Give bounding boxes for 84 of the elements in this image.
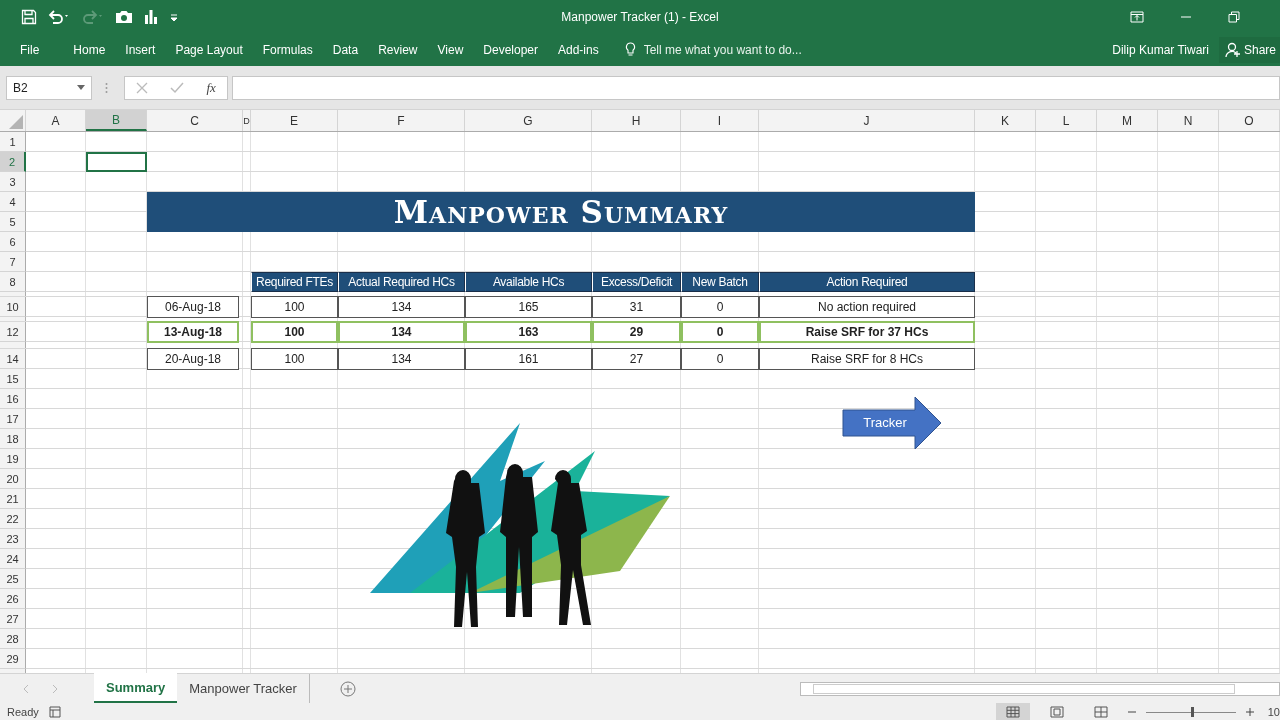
column-header[interactable]: G xyxy=(465,110,592,131)
date-cell: 13-Aug-18 xyxy=(147,321,239,343)
table-header: Excess/Deficit xyxy=(592,272,681,292)
zoom-percent[interactable]: 10 xyxy=(1267,706,1280,718)
zoom-in-icon[interactable] xyxy=(1245,708,1254,716)
column-header[interactable]: J xyxy=(759,110,975,131)
status-text: Ready xyxy=(7,706,39,718)
ribbon-tab[interactable]: Formulas xyxy=(262,42,313,57)
camera-icon[interactable] xyxy=(115,8,133,25)
sheet-tab[interactable]: Summary xyxy=(94,673,178,703)
table-cell: 134 xyxy=(338,348,465,370)
ribbon-tab[interactable]: Add-ins xyxy=(558,42,599,57)
enter-icon[interactable] xyxy=(170,81,185,94)
cancel-icon[interactable] xyxy=(136,81,149,94)
window-title: Manpower Tracker (1) - Excel xyxy=(561,9,719,24)
more-icon xyxy=(105,81,108,94)
date-cell: 06-Aug-18 xyxy=(147,296,239,318)
table-cell: 100 xyxy=(251,321,338,343)
table-cell: 0 xyxy=(681,296,759,318)
select-all-icon[interactable] xyxy=(9,115,23,129)
column-header[interactable]: F xyxy=(338,110,465,131)
table-cell: 163 xyxy=(465,321,592,343)
table-cell: No action required xyxy=(759,296,975,318)
table-cell: 165 xyxy=(465,296,592,318)
macro-record-icon[interactable] xyxy=(48,706,61,718)
active-cell[interactable] xyxy=(86,152,147,172)
table-cell: 31 xyxy=(592,296,681,318)
lightbulb-icon xyxy=(624,42,636,57)
person-add-icon xyxy=(1224,41,1241,58)
restore-icon[interactable] xyxy=(1228,10,1240,23)
ribbon-tab[interactable]: Page Layout xyxy=(175,42,243,57)
undo-icon[interactable] xyxy=(47,8,71,25)
column-header[interactable]: L xyxy=(1036,110,1097,131)
table-cell: 27 xyxy=(592,348,681,370)
formula-input[interactable] xyxy=(232,75,1280,100)
table-cell: 100 xyxy=(251,348,338,370)
normal-view-icon[interactable] xyxy=(995,703,1030,720)
table-header: New Batch xyxy=(681,272,759,292)
sheet-tab[interactable]: Manpower Tracker xyxy=(177,674,309,703)
table-cell: Raise SRF for 8 HCs xyxy=(759,348,975,370)
table-cell: 0 xyxy=(681,321,759,343)
ribbon-tab[interactable]: Review xyxy=(378,42,418,57)
table-header: Available HCs xyxy=(465,272,592,292)
bar-chart-icon[interactable] xyxy=(143,8,159,25)
horizontal-scrollbar[interactable] xyxy=(800,681,1280,696)
ribbon-tab[interactable]: File xyxy=(20,42,40,57)
column-header[interactable]: N xyxy=(1158,110,1219,131)
ribbon-tab[interactable]: Home xyxy=(73,42,106,57)
table-header: Required FTEs xyxy=(251,272,338,292)
table-header: Actual Required HCs xyxy=(338,272,465,292)
column-header[interactable]: H xyxy=(592,110,681,131)
name-box[interactable]: B2 xyxy=(6,75,92,100)
table-header: Action Required xyxy=(759,272,975,292)
zoom-out-icon[interactable] xyxy=(1127,708,1136,716)
table-cell: Raise SRF for 37 HCs xyxy=(759,321,975,343)
column-header[interactable]: I xyxy=(681,110,759,131)
column-header[interactable]: B xyxy=(86,110,147,131)
insert-function-button[interactable]: fx xyxy=(206,79,216,96)
column-header[interactable]: D xyxy=(243,110,251,131)
ribbon-tab[interactable]: Insert xyxy=(125,42,156,57)
row-header[interactable]: 2 xyxy=(0,152,26,172)
ribbon-tab[interactable]: Data xyxy=(332,42,359,57)
date-cell: 20-Aug-18 xyxy=(147,348,239,370)
tracker-arrow-button[interactable]: Tracker xyxy=(842,396,942,450)
summary-banner: Manpower Summary xyxy=(147,192,975,232)
table-cell: 161 xyxy=(465,348,592,370)
tell-me-field[interactable]: Tell me what you want to do... xyxy=(641,41,846,58)
column-header[interactable]: C xyxy=(147,110,243,131)
column-header[interactable]: M xyxy=(1097,110,1158,131)
column-header[interactable]: K xyxy=(975,110,1036,131)
ribbon-tab[interactable]: Developer xyxy=(483,42,538,57)
table-cell: 0 xyxy=(681,348,759,370)
user-name[interactable]: Dilip Kumar Tiwari xyxy=(1112,42,1209,57)
table-cell: 134 xyxy=(338,296,465,318)
column-header[interactable]: E xyxy=(251,110,338,131)
new-sheet-icon[interactable] xyxy=(339,680,356,697)
share-button[interactable]: Share xyxy=(1218,36,1280,63)
column-header[interactable]: O xyxy=(1219,110,1280,131)
ribbon-display-icon[interactable] xyxy=(1130,10,1144,23)
ribbon-tab[interactable]: View xyxy=(437,42,464,57)
table-cell: 100 xyxy=(251,296,338,318)
save-icon[interactable] xyxy=(21,8,37,25)
table-cell: 29 xyxy=(592,321,681,343)
table-cell: 134 xyxy=(338,321,465,343)
